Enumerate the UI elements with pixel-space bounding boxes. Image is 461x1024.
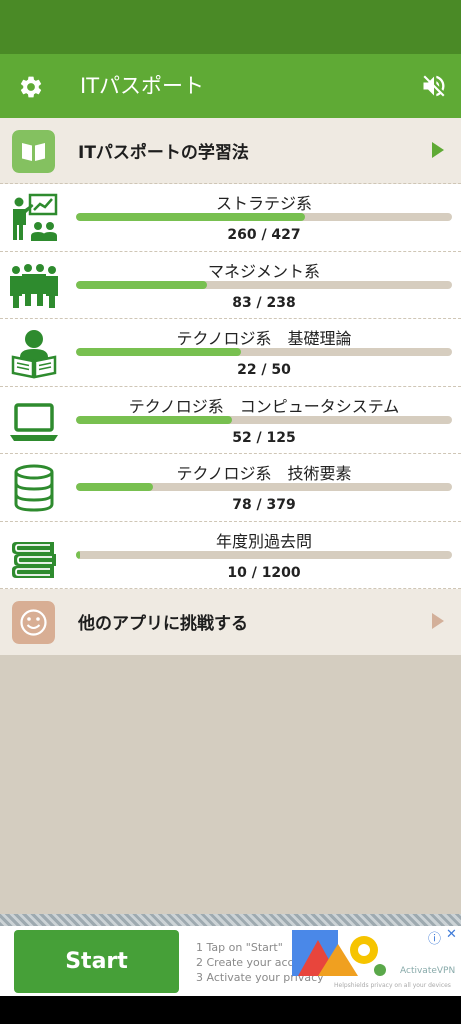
ad-close-icon[interactable]: ✕ <box>446 927 457 942</box>
category-name: マネジメント系 <box>207 261 320 281</box>
progress-bar <box>76 483 452 491</box>
navigation-bar <box>0 996 461 1024</box>
progress-bar <box>76 213 452 221</box>
other-apps-label: 他のアプリに挑戦する <box>78 614 248 634</box>
study-method-label: ITパスポートの学習法 <box>78 143 249 163</box>
progress-count: 52 / 125 <box>232 429 296 446</box>
progress-bar <box>76 348 452 356</box>
category-row-computer-system[interactable]: テクノロジ系 コンピュータシステム 52 / 125 <box>0 386 461 454</box>
presentation-icon <box>13 193 58 241</box>
ad-info-icon[interactable]: ⓘ <box>428 928 441 947</box>
category-row-management[interactable]: マネジメント系 83 / 238 <box>0 251 461 319</box>
reader-icon <box>11 330 57 379</box>
other-apps-link[interactable]: 他のアプリに挑戦する <box>0 589 461 655</box>
category-name: テクノロジ系 技術要素 <box>176 464 352 483</box>
category-name: テクノロジ系 コンピュータシステム <box>128 396 400 416</box>
category-row-past-exams[interactable]: 年度別過去問 10 / 1200 <box>0 521 461 589</box>
category-name: ストラテジ系 <box>215 194 312 213</box>
play-arrow-icon <box>432 613 444 629</box>
book-icon <box>12 130 55 173</box>
gear-icon[interactable] <box>18 74 44 100</box>
progress-fill <box>76 348 242 356</box>
progress-count: 10 / 1200 <box>227 564 301 581</box>
progress-bar <box>76 550 452 559</box>
progress-count: 83 / 238 <box>232 294 296 311</box>
ad-divider <box>0 914 461 926</box>
progress-fill <box>76 280 208 289</box>
category-name: 年度別過去問 <box>215 531 312 551</box>
ad-brand: ActivateVPN <box>400 966 456 976</box>
status-bar <box>0 0 461 54</box>
books-icon <box>12 541 56 578</box>
progress-count: 78 / 379 <box>232 497 296 513</box>
progress-bar <box>76 415 452 424</box>
smiley-icon <box>12 601 55 644</box>
ad-banner[interactable]: Start 1 Tap on "Start" 2 Create your acc… <box>0 926 461 996</box>
progress-fill <box>76 415 233 424</box>
study-method-link[interactable]: ITパスポートの学習法 <box>0 118 461 184</box>
progress-fill <box>76 483 154 491</box>
menu-list: ITパスポートの学習法 ストラテジ系 260 / 427 マネジメント系 83 … <box>0 118 461 655</box>
category-row-technical-elements[interactable]: テクノロジ系 技術要素 78 / 379 <box>0 454 461 522</box>
app-title: ITパスポート <box>80 74 205 98</box>
app-bar: ITパスポート <box>0 54 461 118</box>
laptop-icon <box>10 402 58 441</box>
progress-fill <box>76 213 305 221</box>
progress-count: 22 / 50 <box>237 362 291 378</box>
team-icon <box>10 263 58 308</box>
play-arrow-icon <box>432 142 444 158</box>
progress-bar <box>76 280 452 289</box>
progress-fill <box>76 550 80 559</box>
category-row-strategy[interactable]: ストラテジ系 260 / 427 <box>0 184 461 252</box>
ad-fine-print: Helpshields privacy on all your devices <box>334 982 451 989</box>
category-name: テクノロジ系 基礎理論 <box>176 329 352 348</box>
database-icon <box>14 464 54 512</box>
category-row-basic-theory[interactable]: テクノロジ系 基礎理論 22 / 50 <box>0 319 461 387</box>
ad-start-button[interactable]: Start <box>14 930 179 993</box>
ad-logo <box>292 930 386 976</box>
progress-count: 260 / 427 <box>227 227 301 243</box>
volume-off-icon[interactable] <box>420 72 448 100</box>
